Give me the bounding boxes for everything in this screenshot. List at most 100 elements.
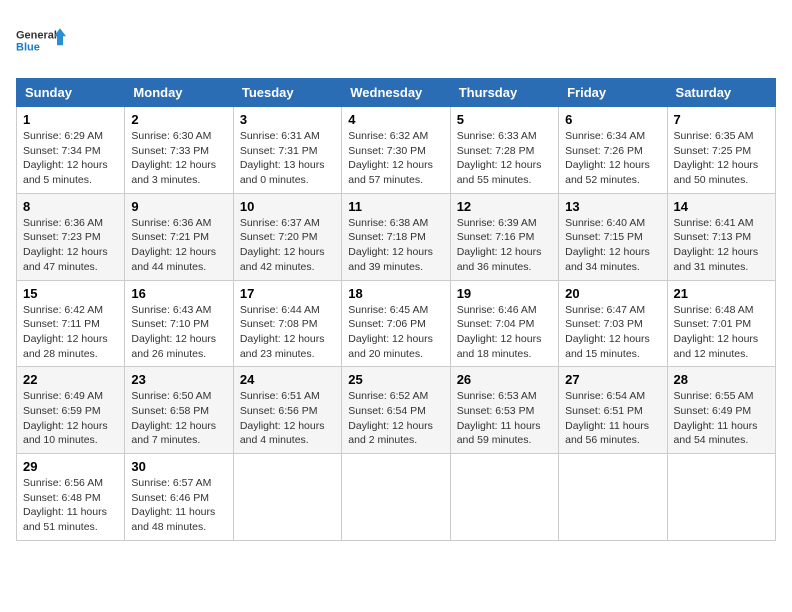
day-number: 16 [131,286,226,301]
day-cell: 6 Sunrise: 6:34 AM Sunset: 7:26 PM Dayli… [559,107,667,194]
weekday-header: Wednesday [342,79,450,107]
day-cell: 2 Sunrise: 6:30 AM Sunset: 7:33 PM Dayli… [125,107,233,194]
svg-text:General: General [16,29,57,41]
day-cell [559,454,667,541]
day-info: Sunrise: 6:39 AM Sunset: 7:16 PM Dayligh… [457,216,552,275]
day-cell: 4 Sunrise: 6:32 AM Sunset: 7:30 PM Dayli… [342,107,450,194]
day-cell: 20 Sunrise: 6:47 AM Sunset: 7:03 PM Dayl… [559,280,667,367]
week-row: 15 Sunrise: 6:42 AM Sunset: 7:11 PM Dayl… [17,280,776,367]
day-cell: 14 Sunrise: 6:41 AM Sunset: 7:13 PM Dayl… [667,193,775,280]
day-number: 21 [674,286,769,301]
week-row: 1 Sunrise: 6:29 AM Sunset: 7:34 PM Dayli… [17,107,776,194]
day-info: Sunrise: 6:48 AM Sunset: 7:01 PM Dayligh… [674,303,769,362]
day-cell: 25 Sunrise: 6:52 AM Sunset: 6:54 PM Dayl… [342,367,450,454]
day-number: 6 [565,112,660,127]
day-info: Sunrise: 6:44 AM Sunset: 7:08 PM Dayligh… [240,303,335,362]
day-cell: 17 Sunrise: 6:44 AM Sunset: 7:08 PM Dayl… [233,280,341,367]
day-info: Sunrise: 6:53 AM Sunset: 6:53 PM Dayligh… [457,389,552,448]
week-row: 22 Sunrise: 6:49 AM Sunset: 6:59 PM Dayl… [17,367,776,454]
day-cell: 1 Sunrise: 6:29 AM Sunset: 7:34 PM Dayli… [17,107,125,194]
logo-svg: General Blue [16,16,66,66]
day-info: Sunrise: 6:46 AM Sunset: 7:04 PM Dayligh… [457,303,552,362]
day-info: Sunrise: 6:50 AM Sunset: 6:58 PM Dayligh… [131,389,226,448]
day-number: 17 [240,286,335,301]
day-number: 23 [131,372,226,387]
day-cell: 18 Sunrise: 6:45 AM Sunset: 7:06 PM Dayl… [342,280,450,367]
day-number: 11 [348,199,443,214]
day-cell [342,454,450,541]
day-number: 22 [23,372,118,387]
day-info: Sunrise: 6:42 AM Sunset: 7:11 PM Dayligh… [23,303,118,362]
logo: General Blue [16,16,66,66]
day-info: Sunrise: 6:54 AM Sunset: 6:51 PM Dayligh… [565,389,660,448]
day-info: Sunrise: 6:29 AM Sunset: 7:34 PM Dayligh… [23,129,118,188]
day-number: 18 [348,286,443,301]
day-cell: 11 Sunrise: 6:38 AM Sunset: 7:18 PM Dayl… [342,193,450,280]
day-cell: 26 Sunrise: 6:53 AM Sunset: 6:53 PM Dayl… [450,367,558,454]
day-cell: 15 Sunrise: 6:42 AM Sunset: 7:11 PM Dayl… [17,280,125,367]
weekday-header: Friday [559,79,667,107]
day-cell [667,454,775,541]
day-cell [450,454,558,541]
day-cell: 10 Sunrise: 6:37 AM Sunset: 7:20 PM Dayl… [233,193,341,280]
day-number: 30 [131,459,226,474]
day-number: 26 [457,372,552,387]
day-cell: 21 Sunrise: 6:48 AM Sunset: 7:01 PM Dayl… [667,280,775,367]
day-cell: 27 Sunrise: 6:54 AM Sunset: 6:51 PM Dayl… [559,367,667,454]
day-info: Sunrise: 6:45 AM Sunset: 7:06 PM Dayligh… [348,303,443,362]
day-number: 4 [348,112,443,127]
day-info: Sunrise: 6:47 AM Sunset: 7:03 PM Dayligh… [565,303,660,362]
weekday-header: Saturday [667,79,775,107]
weekday-header: Sunday [17,79,125,107]
day-number: 3 [240,112,335,127]
day-info: Sunrise: 6:32 AM Sunset: 7:30 PM Dayligh… [348,129,443,188]
day-info: Sunrise: 6:56 AM Sunset: 6:48 PM Dayligh… [23,476,118,535]
day-number: 9 [131,199,226,214]
day-cell: 28 Sunrise: 6:55 AM Sunset: 6:49 PM Dayl… [667,367,775,454]
day-info: Sunrise: 6:36 AM Sunset: 7:21 PM Dayligh… [131,216,226,275]
day-number: 1 [23,112,118,127]
day-number: 28 [674,372,769,387]
day-number: 2 [131,112,226,127]
day-cell: 13 Sunrise: 6:40 AM Sunset: 7:15 PM Dayl… [559,193,667,280]
day-info: Sunrise: 6:49 AM Sunset: 6:59 PM Dayligh… [23,389,118,448]
day-info: Sunrise: 6:40 AM Sunset: 7:15 PM Dayligh… [565,216,660,275]
day-info: Sunrise: 6:57 AM Sunset: 6:46 PM Dayligh… [131,476,226,535]
day-info: Sunrise: 6:55 AM Sunset: 6:49 PM Dayligh… [674,389,769,448]
svg-text:Blue: Blue [16,41,40,53]
weekday-header: Thursday [450,79,558,107]
day-cell: 22 Sunrise: 6:49 AM Sunset: 6:59 PM Dayl… [17,367,125,454]
calendar: SundayMondayTuesdayWednesdayThursdayFrid… [16,78,776,541]
day-info: Sunrise: 6:35 AM Sunset: 7:25 PM Dayligh… [674,129,769,188]
day-cell: 9 Sunrise: 6:36 AM Sunset: 7:21 PM Dayli… [125,193,233,280]
day-info: Sunrise: 6:43 AM Sunset: 7:10 PM Dayligh… [131,303,226,362]
day-info: Sunrise: 6:37 AM Sunset: 7:20 PM Dayligh… [240,216,335,275]
day-cell: 23 Sunrise: 6:50 AM Sunset: 6:58 PM Dayl… [125,367,233,454]
day-number: 8 [23,199,118,214]
day-cell: 8 Sunrise: 6:36 AM Sunset: 7:23 PM Dayli… [17,193,125,280]
day-number: 12 [457,199,552,214]
day-number: 15 [23,286,118,301]
weekday-header: Monday [125,79,233,107]
day-cell: 7 Sunrise: 6:35 AM Sunset: 7:25 PM Dayli… [667,107,775,194]
day-number: 10 [240,199,335,214]
day-cell: 30 Sunrise: 6:57 AM Sunset: 6:46 PM Dayl… [125,454,233,541]
day-info: Sunrise: 6:34 AM Sunset: 7:26 PM Dayligh… [565,129,660,188]
day-cell: 24 Sunrise: 6:51 AM Sunset: 6:56 PM Dayl… [233,367,341,454]
page-header: General Blue [16,16,776,66]
week-row: 8 Sunrise: 6:36 AM Sunset: 7:23 PM Dayli… [17,193,776,280]
day-number: 7 [674,112,769,127]
day-number: 29 [23,459,118,474]
day-info: Sunrise: 6:51 AM Sunset: 6:56 PM Dayligh… [240,389,335,448]
day-cell [233,454,341,541]
day-number: 13 [565,199,660,214]
day-info: Sunrise: 6:41 AM Sunset: 7:13 PM Dayligh… [674,216,769,275]
day-number: 27 [565,372,660,387]
weekday-header: Tuesday [233,79,341,107]
day-info: Sunrise: 6:30 AM Sunset: 7:33 PM Dayligh… [131,129,226,188]
day-number: 5 [457,112,552,127]
day-info: Sunrise: 6:38 AM Sunset: 7:18 PM Dayligh… [348,216,443,275]
day-number: 14 [674,199,769,214]
week-row: 29 Sunrise: 6:56 AM Sunset: 6:48 PM Dayl… [17,454,776,541]
day-cell: 16 Sunrise: 6:43 AM Sunset: 7:10 PM Dayl… [125,280,233,367]
